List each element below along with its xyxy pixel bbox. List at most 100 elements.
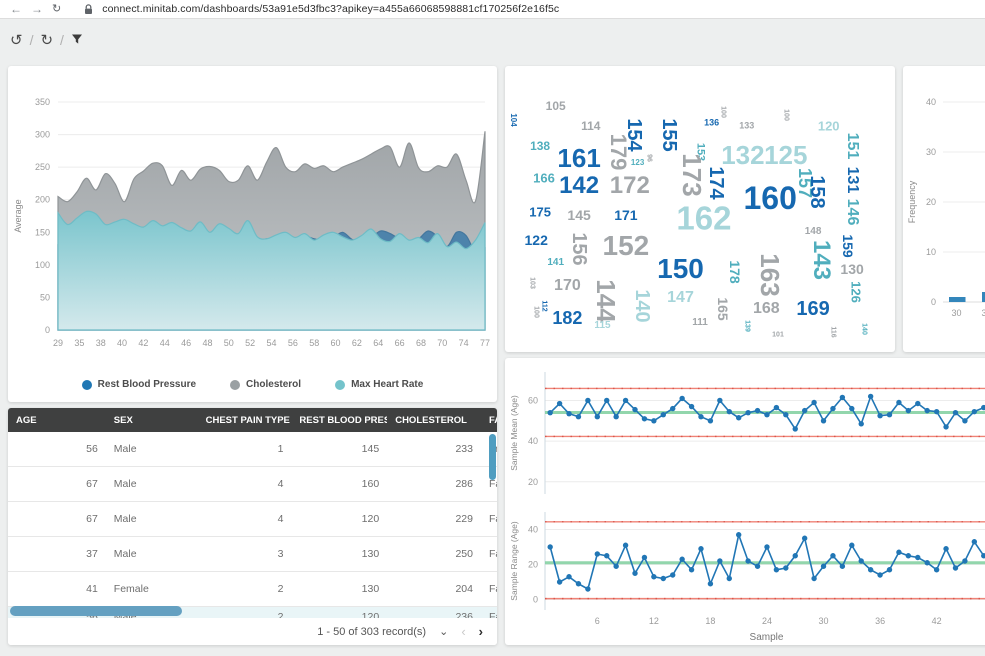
sample-mean-chart[interactable]: 204060Sample Mean (Age) [505,362,985,502]
wordcloud-word[interactable]: 155 [659,118,679,151]
filter-icon[interactable] [71,33,83,48]
url-text[interactable]: connect.minitab.com/dashboards/53a91e5d3… [102,3,559,15]
wordcloud-word[interactable]: 100 [782,109,789,121]
wordcloud-word[interactable]: 151 [844,133,860,160]
svg-text:40: 40 [528,436,538,446]
wordcloud-word[interactable]: 138 [530,140,550,152]
wordcloud-word[interactable]: 170 [554,278,581,294]
wordcloud-word[interactable]: 150 [657,255,704,283]
sample-range-chart[interactable]: 02040Sample Range (Age)6121824303642Samp… [505,502,985,644]
wordcloud-word[interactable]: 103 [529,278,536,290]
wordcloud-word[interactable]: 160 [743,182,796,214]
wordcloud-word[interactable]: 101 [772,331,784,338]
svg-text:300: 300 [35,130,50,140]
wordcloud-word[interactable]: 171 [614,208,637,222]
wordcloud-word[interactable]: 175 [529,205,551,218]
refresh-icon[interactable]: ↻ [40,33,53,48]
wordcloud-word[interactable]: 182 [552,309,582,327]
wordcloud-word[interactable]: 126 [850,281,863,303]
wordcloud-word[interactable]: 168 [753,301,780,317]
area-chart[interactable]: 050100150200250300350Average293538404244… [8,66,497,372]
xbar-r-chart-panel[interactable]: 204060Sample Mean (Age) 02040Sample Rang… [505,358,985,645]
wordcloud-word[interactable]: 156 [569,232,589,265]
wordcloud-word[interactable]: 159 [841,234,855,257]
reload-icon[interactable]: ↻ [52,4,61,15]
wordcloud-word[interactable]: 131 [844,167,860,194]
wordcloud-word[interactable]: 132 [721,142,764,168]
wordcloud-word[interactable]: 140 [632,290,652,323]
wordcloud-word[interactable]: 114 [581,120,600,132]
wordcloud-word[interactable]: 145 [567,208,590,222]
wordcloud-word[interactable]: 112 [541,301,548,312]
page-size-dropdown-icon[interactable]: ⌄ [439,625,448,638]
wordcloud-word[interactable]: 152 [603,232,650,260]
wordcloud-word[interactable]: 104 [509,114,517,127]
wordcloud-word[interactable]: 178 [728,260,742,283]
frequency-histogram-panel[interactable]: 010203040Frequency303438 [903,66,985,352]
average-area-chart-panel[interactable]: 050100150200250300350Average293538404244… [8,66,497,402]
vertical-scrollbar-thumb[interactable] [489,434,496,480]
wordcloud-word[interactable]: 116 [829,326,836,337]
table-row[interactable]: 67Male4120229Fa [8,502,497,537]
previous-page-icon[interactable]: ‹ [461,624,465,639]
legend-item[interactable]: Rest Blood Pressure [82,379,196,390]
svg-text:56: 56 [288,338,298,348]
wordcloud-word[interactable]: 130 [840,262,863,276]
wordcloud-word[interactable]: 148 [805,227,822,237]
wordcloud-word[interactable]: 96 [646,154,653,162]
legend-item[interactable]: Max Heart Rate [335,379,423,390]
wordcloud-word[interactable]: 172 [610,174,650,198]
wordcloud-word[interactable]: 147 [667,290,694,306]
wordcloud-word[interactable]: 139 [743,320,750,332]
table-cell: 56 [8,443,106,455]
wordcloud-word[interactable]: 161 [557,145,600,171]
svg-text:20: 20 [926,197,936,207]
wordcloud-word[interactable]: 169 [796,299,829,319]
wordcloud-word[interactable]: 146 [844,199,860,226]
histogram-chart[interactable]: 010203040Frequency303438 [903,66,985,348]
wordcloud-word[interactable]: 140 [860,323,867,335]
wordcloud-word[interactable]: 111 [692,318,708,328]
wordcloud-word[interactable]: 125 [764,142,807,168]
wordcloud-word[interactable]: 142 [559,174,599,198]
wordcloud-word[interactable]: 163 [757,253,783,296]
forward-icon[interactable]: → [31,3,43,15]
wordcloud-word[interactable]: 141 [547,258,564,268]
wordcloud-word[interactable]: 144 [593,279,619,322]
table-header-cell[interactable]: AGE [8,415,106,426]
wordcloud-word[interactable]: 123 [631,159,644,167]
next-page-icon[interactable]: › [479,624,483,639]
table-row[interactable]: 67Male4160286Fa [8,467,497,502]
wordcloud-word[interactable]: 162 [676,201,731,234]
wordcloud-word[interactable]: 100 [533,306,540,318]
table-row[interactable]: 41Female2130204Fa [8,572,497,607]
table-header-cell[interactable]: FAS... [481,415,497,426]
wordcloud-word[interactable]: 105 [546,100,566,112]
table-header-cell[interactable]: REST BLOOD PRESS... [291,415,387,426]
wordcloud-word[interactable]: 115 [594,321,610,331]
wordcloud-word[interactable]: 158 [807,175,827,208]
wordcloud-word[interactable]: 133 [739,122,754,131]
horizontal-scrollbar-thumb[interactable] [10,606,182,616]
wordcloud-word[interactable]: 174 [706,167,726,200]
table-row[interactable]: 37Male3130250Fa [8,537,497,572]
wordcloud-word[interactable]: 154 [624,118,644,151]
wordcloud-word[interactable]: 122 [525,233,548,247]
legend-item[interactable]: Cholesterol [230,379,301,390]
wordcloud-word[interactable]: 136 [704,119,719,128]
table-header-cell[interactable]: CHEST PAIN TYPE [198,415,292,426]
history-icon[interactable]: ↺ [10,33,23,48]
wordcloud-word[interactable]: 166 [533,171,555,184]
wordcloud-word[interactable]: 173 [679,153,705,196]
back-icon[interactable]: ← [10,3,22,15]
table-header-cell[interactable]: CHOLESTEROL [387,415,481,426]
wordcloud-word[interactable]: 120 [818,120,840,133]
wordcloud-word[interactable]: 143 [809,240,833,280]
data-table-panel[interactable]: AGESEXCHEST PAIN TYPEREST BLOOD PRESS...… [8,408,497,645]
wordcloud-word[interactable]: 100 [720,106,727,118]
table-row[interactable]: 56Male1145233Tr [8,432,497,467]
wordcloud-word[interactable]: 165 [716,297,730,320]
table-cell: Male [106,443,198,455]
age-wordcloud-panel[interactable]: 1041051141381611791549612315515317317413… [505,66,895,352]
table-header-cell[interactable]: SEX [106,415,198,426]
